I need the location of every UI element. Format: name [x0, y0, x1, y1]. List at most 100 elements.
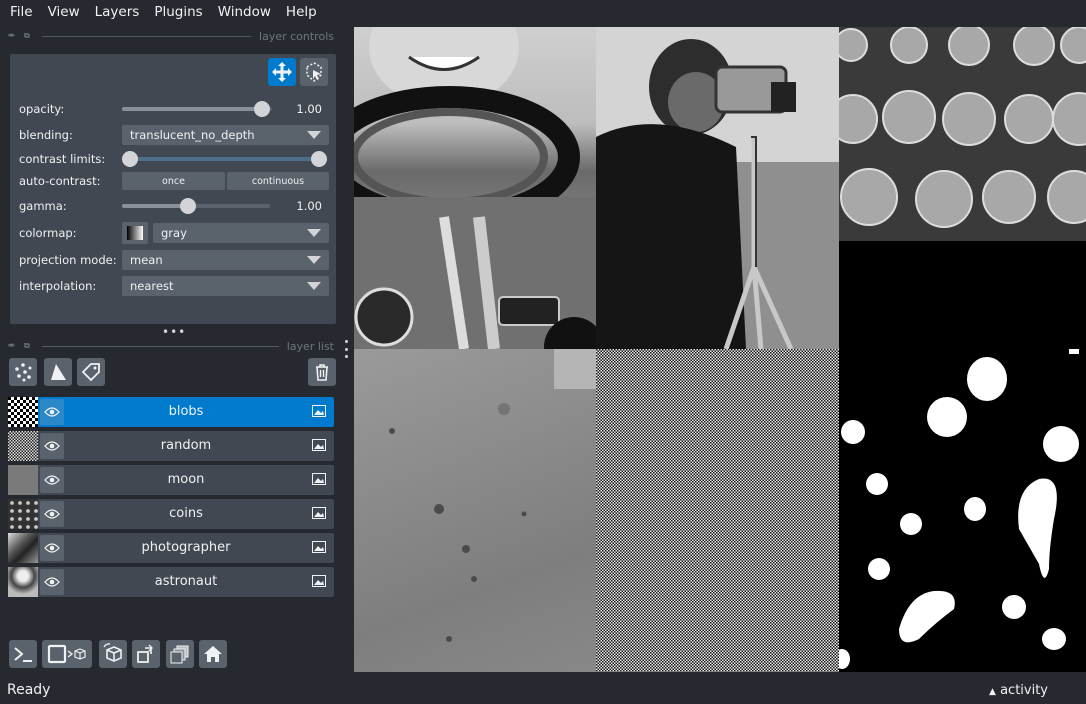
menu-help[interactable]: Help	[281, 0, 322, 24]
new-shapes-layer-button[interactable]	[44, 358, 72, 386]
interpolation-row: interpolation: nearest	[19, 275, 329, 297]
contrast-low-handle[interactable]	[122, 151, 138, 167]
image-tile-random	[596, 349, 839, 672]
pan-zoom-button[interactable]	[268, 58, 296, 86]
roll-dims-button[interactable]	[99, 640, 127, 668]
activity-label: activity	[1000, 682, 1048, 698]
layer-thumbnail	[8, 397, 38, 427]
dock-resize-handle[interactable]: •••	[162, 325, 186, 339]
transform-icon	[306, 62, 322, 82]
colormap-row: colormap: gray	[19, 222, 329, 244]
colormap-label: colormap:	[19, 226, 77, 240]
eye-icon	[44, 441, 60, 451]
layer-controls-panel: opacity: 1.00 blending: translucent_no_d…	[10, 54, 336, 324]
moon-illustration	[389, 349, 596, 642]
layer-thumbnail	[8, 499, 38, 529]
menu-bar: File View Layers Plugins Window Help	[0, 0, 1086, 24]
layer-item-moon[interactable]: moon	[8, 465, 334, 495]
visibility-toggle[interactable]	[40, 467, 64, 493]
visibility-toggle[interactable]	[40, 433, 64, 459]
transform-button[interactable]	[300, 58, 328, 86]
blending-dropdown[interactable]: translucent_no_depth	[122, 125, 329, 145]
visibility-toggle[interactable]	[40, 569, 64, 595]
eye-icon	[44, 475, 60, 485]
opacity-handle[interactable]	[254, 101, 270, 117]
contrast-limits-row: contrast limits:	[19, 148, 329, 170]
delete-layer-button[interactable]	[308, 358, 336, 386]
close-dock-icon[interactable]: ⧉	[24, 31, 34, 41]
image-icon	[312, 575, 326, 587]
visibility-toggle[interactable]	[40, 501, 64, 527]
image-tile-astronaut	[354, 27, 596, 349]
layer-item-photographer[interactable]: photographer	[8, 533, 334, 563]
colormap-dropdown[interactable]: gray	[153, 223, 329, 243]
close-dock-icon[interactable]: ⧉	[24, 341, 34, 351]
layer-name[interactable]: coins	[68, 499, 304, 529]
title-divider	[42, 35, 252, 37]
visibility-toggle[interactable]	[40, 399, 64, 425]
ndisplay-button[interactable]	[42, 640, 92, 668]
opacity-slider[interactable]	[122, 99, 272, 119]
colormap-preview	[122, 222, 148, 244]
layer-item-random[interactable]: random	[8, 431, 334, 461]
contrast-high-handle[interactable]	[311, 151, 327, 167]
console-icon	[14, 647, 32, 662]
new-points-icon	[15, 363, 32, 382]
auto-contrast-once-button[interactable]: once	[122, 172, 225, 190]
layer-name[interactable]: moon	[68, 465, 304, 495]
layer-name[interactable]: photographer	[68, 533, 304, 563]
opacity-label: opacity:	[19, 102, 65, 116]
grid-mode-button[interactable]	[166, 640, 194, 668]
new-labels-layer-button[interactable]	[77, 358, 105, 386]
auto-contrast-continuous-button[interactable]: continuous	[227, 172, 329, 190]
auto-contrast-row: auto-contrast: once continuous	[19, 170, 329, 192]
layer-name[interactable]: random	[68, 431, 304, 461]
dock-splitter-handle[interactable]	[344, 340, 348, 358]
layer-thumbnail	[8, 431, 38, 461]
menu-plugins[interactable]: Plugins	[149, 0, 207, 24]
projection-mode-dropdown[interactable]: mean	[122, 250, 329, 270]
layer-name[interactable]: astronaut	[68, 567, 304, 597]
interpolation-dropdown[interactable]: nearest	[122, 276, 329, 296]
eye-icon	[44, 543, 60, 553]
interpolation-label: interpolation:	[19, 279, 97, 293]
left-dock: ⚮ ⧉ layer controls opacity: 1.00 blendin…	[0, 24, 345, 672]
gamma-fill	[122, 204, 188, 208]
blobs-illustration	[839, 349, 1079, 669]
menu-window[interactable]: Window	[213, 0, 276, 24]
new-points-layer-button[interactable]	[9, 358, 37, 386]
menu-view[interactable]: View	[43, 0, 85, 24]
float-icon[interactable]: ⚮	[8, 31, 18, 41]
activity-button[interactable]: ▲ activity	[989, 683, 1048, 698]
home-button[interactable]	[199, 640, 227, 668]
grid-icon	[170, 645, 189, 664]
image-icon	[312, 473, 326, 485]
float-icon[interactable]: ⚮	[8, 341, 18, 351]
trash-icon	[316, 364, 328, 381]
console-button[interactable]	[9, 640, 37, 668]
transpose-dims-button[interactable]	[132, 640, 160, 668]
menu-layers[interactable]: Layers	[90, 0, 145, 24]
splitter-dot	[344, 347, 348, 351]
layer-thumbnail	[8, 567, 38, 597]
layer-name[interactable]: blobs	[68, 397, 304, 427]
auto-contrast-label: auto-contrast:	[19, 174, 101, 188]
transpose-icon	[137, 644, 153, 663]
menu-file[interactable]: File	[5, 0, 38, 24]
visibility-toggle[interactable]	[40, 535, 64, 561]
image-tile-photographer	[596, 27, 839, 349]
layer-item-blobs[interactable]: blobs	[8, 397, 334, 427]
layer-item-coins[interactable]: coins	[8, 499, 334, 529]
layer-controls-title: layer controls	[259, 29, 334, 43]
ndisplay-icon	[47, 644, 86, 664]
new-shapes-icon	[51, 364, 66, 380]
gamma-slider[interactable]	[122, 196, 270, 216]
gamma-label: gamma:	[19, 199, 67, 213]
image-icon	[312, 507, 326, 519]
viewer-canvas[interactable]	[354, 27, 1086, 672]
layer-item-astronaut[interactable]: astronaut	[8, 567, 334, 597]
splitter-dot	[344, 355, 348, 358]
status-bar: Ready ▲ activity	[0, 676, 1086, 704]
gamma-handle[interactable]	[180, 198, 196, 214]
contrast-limits-slider[interactable]	[122, 149, 327, 169]
